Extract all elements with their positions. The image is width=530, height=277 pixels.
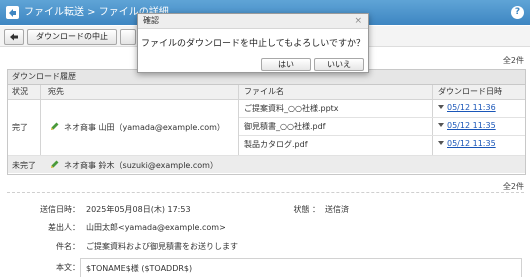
table-row: 未完了 ネオ商事 鈴木（suzuki@example.com） <box>8 156 525 173</box>
help-icon[interactable]: ? <box>511 6 524 19</box>
yes-button[interactable]: はい <box>261 58 311 71</box>
confirm-dialog: 確認 × ファイルのダウンロードを中止してもよろしいですか？ はい いいえ <box>137 13 369 73</box>
state-value: 送信済 <box>325 205 349 214</box>
body-label: 本文： <box>56 263 80 272</box>
col-status: 状況 <box>12 87 28 96</box>
section-title: ダウンロード履歴 <box>12 72 76 81</box>
total-count: 全2件 <box>502 56 524 65</box>
sender-value: 山田太郎<yamada@example.com> <box>86 223 226 232</box>
dialog-message: ファイルのダウンロードを中止してもよろしいですか？ <box>140 39 365 49</box>
close-icon[interactable]: × <box>354 14 362 28</box>
download-time[interactable]: 05/12 11:35 <box>438 139 496 148</box>
back-button[interactable] <box>4 29 24 45</box>
file-name: ご提案資料_○○社様.pptx <box>244 104 339 113</box>
dialog-title: 確認 <box>143 16 159 25</box>
file-name: 御見積書_○○社様.pdf <box>244 122 326 131</box>
expand-triangle-icon <box>438 141 444 145</box>
body-box: $TONAME$様 ($TOADDR$) <box>80 258 522 277</box>
download-history-table: ダウンロード履歴 状況 宛先 ファイル名 ダウンロード日時 完了 ネオ商事 山田… <box>7 69 526 175</box>
expand-triangle-icon <box>438 123 444 127</box>
edit-icon[interactable] <box>50 121 60 131</box>
file-name: 製品カタログ.pdf <box>244 140 308 149</box>
col-recipient: 宛先 <box>48 87 64 96</box>
stop-download-button[interactable]: ダウンロードの中止 <box>27 29 117 45</box>
more-button[interactable] <box>120 29 136 45</box>
column-header-row: 状況 宛先 ファイル名 ダウンロード日時 <box>8 85 525 100</box>
sent-date-label: 送信日時： <box>40 205 80 214</box>
col-download-time: ダウンロード日時 <box>438 87 502 96</box>
row-divider <box>239 135 525 136</box>
download-time[interactable]: 05/12 11:35 <box>438 121 496 130</box>
no-button[interactable]: いいえ <box>314 58 364 71</box>
sent-date-value: 2025年05月08日(木) 17:53 <box>86 205 191 214</box>
dialog-header: 確認 × <box>138 14 368 29</box>
file-transfer-icon <box>6 6 19 19</box>
recipient-text: ネオ商事 鈴木（suzuki@example.com） <box>64 161 218 170</box>
row-divider <box>239 117 525 118</box>
recipient-text: ネオ商事 山田（yamada@example.com） <box>64 123 225 132</box>
sender-label: 差出人： <box>48 223 80 232</box>
section-divider <box>7 192 524 193</box>
subject-value: ご提案資料および御見積書をお送りします <box>86 242 238 251</box>
state-label: 状態 ： <box>293 205 320 214</box>
total-count: 全2件 <box>502 182 524 191</box>
download-time[interactable]: 05/12 11:36 <box>438 103 496 112</box>
status-text: 未完了 <box>12 161 36 170</box>
subject-label: 件名： <box>56 242 80 251</box>
status-text: 完了 <box>12 123 28 132</box>
expand-triangle-icon <box>438 105 444 109</box>
table-row: 完了 ネオ商事 山田（yamada@example.com） ご提案資料_○○社… <box>8 100 525 156</box>
back-arrow-icon <box>10 33 18 41</box>
col-filename: ファイル名 <box>244 87 284 96</box>
body-value: $TONAME$様 ($TOADDR$) <box>86 264 193 273</box>
edit-icon[interactable] <box>50 159 60 169</box>
